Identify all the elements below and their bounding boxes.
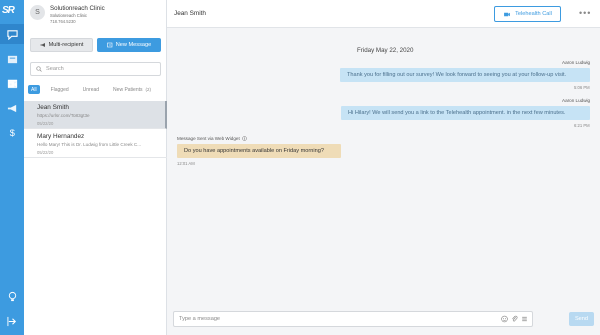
megaphone-icon bbox=[40, 43, 45, 47]
web-widget-note: Message Sent via Web Widget bbox=[177, 136, 247, 141]
telehealth-call-label: Telehealth Call bbox=[515, 11, 552, 17]
filter-unread[interactable]: Unread bbox=[80, 85, 102, 94]
message-composer[interactable] bbox=[173, 311, 533, 327]
nav-payments[interactable]: $ bbox=[0, 122, 24, 142]
dollar-icon: $ bbox=[9, 128, 14, 138]
logout-icon bbox=[6, 316, 16, 326]
message-bubble-outgoing: Thank you for filling out our survey! We… bbox=[340, 68, 590, 82]
video-icon bbox=[504, 12, 511, 16]
megaphone-icon bbox=[7, 104, 16, 112]
app-logo: SR bbox=[2, 5, 15, 16]
message-time: 12:01 AM bbox=[177, 161, 195, 166]
lightbulb-icon bbox=[8, 291, 16, 301]
nav-tips[interactable] bbox=[0, 286, 24, 306]
chat-title: Jean Smith bbox=[174, 10, 206, 17]
filter-flagged[interactable]: Flagged bbox=[48, 85, 72, 94]
svg-text:$: $ bbox=[9, 128, 14, 138]
nav-video[interactable] bbox=[0, 74, 24, 94]
conversation-item[interactable]: Jean Smith https://urlsr.com/To83gt3e 05… bbox=[24, 101, 167, 129]
conversation-preview: Hello Mary! This is Dr. Ludwig from Litt… bbox=[37, 142, 142, 147]
search-input[interactable] bbox=[46, 66, 156, 72]
web-widget-label: Message Sent via Web Widget bbox=[177, 136, 240, 141]
more-options-icon[interactable]: ••• bbox=[579, 9, 591, 18]
nav-messages[interactable] bbox=[0, 24, 24, 44]
message-bubble-outgoing: Hi Hilary! We will send you a link to th… bbox=[341, 106, 590, 120]
clinic-subtitle: Solutionreach Clinic bbox=[50, 13, 88, 18]
new-message-label: New Message bbox=[115, 42, 152, 48]
conversation-date: 05/22/20 bbox=[37, 150, 54, 155]
filter-tabs: All Flagged Unread New Patients (2) bbox=[28, 84, 166, 95]
filter-all[interactable]: All bbox=[28, 85, 40, 94]
conversation-name: Jean Smith bbox=[37, 104, 69, 111]
conversation-preview: https://urlsr.com/To83gt3e bbox=[37, 113, 90, 118]
date-separator: Friday May 22, 2020 bbox=[357, 47, 414, 54]
telehealth-call-button[interactable]: Telehealth Call bbox=[494, 6, 561, 22]
message-sender: Aaron Ludwig bbox=[562, 98, 591, 103]
nav-inbox[interactable] bbox=[0, 49, 24, 69]
chat-header: Jean Smith Telehealth Call ••• bbox=[167, 0, 600, 28]
chat-icon bbox=[6, 29, 18, 40]
nav-campaigns[interactable] bbox=[0, 98, 24, 118]
clinic-name: Solutionreach Clinic bbox=[50, 5, 105, 12]
info-icon bbox=[241, 136, 247, 141]
emoji-icon[interactable] bbox=[501, 315, 508, 323]
nav-rail: SR $ bbox=[0, 0, 24, 335]
clinic-phone: 718.764.5230 bbox=[50, 19, 76, 24]
new-patients-count: (2) bbox=[145, 87, 152, 92]
conversation-name: Mary Hernandez bbox=[37, 133, 85, 140]
composer-tools bbox=[501, 315, 528, 323]
templates-icon[interactable] bbox=[521, 315, 528, 323]
conversation-item[interactable]: Mary Hernandez Hello Mary! This is Dr. L… bbox=[24, 130, 167, 158]
clinic-header[interactable]: S Solutionreach Clinic Solutionreach Cli… bbox=[30, 5, 165, 25]
filter-new-patients[interactable]: New Patients (2) bbox=[110, 85, 154, 94]
multi-recipient-button[interactable]: Multi-recipient bbox=[30, 38, 93, 52]
message-input[interactable] bbox=[179, 316, 479, 322]
message-bubble-incoming: Do you have appointments available on Fr… bbox=[177, 144, 341, 158]
filter-new-patients-label: New Patients bbox=[113, 86, 143, 93]
inbox-icon bbox=[7, 55, 17, 63]
nav-logout[interactable] bbox=[0, 311, 24, 331]
message-time: 6:21 PM bbox=[574, 123, 590, 128]
compose-icon bbox=[106, 42, 113, 48]
multi-recipient-label: Multi-recipient bbox=[48, 42, 84, 48]
search-icon bbox=[36, 66, 42, 72]
send-button[interactable]: Send bbox=[569, 312, 594, 326]
chat-panel: Jean Smith Telehealth Call ••• Friday Ma… bbox=[167, 0, 600, 335]
message-time: 5:06 PM bbox=[574, 85, 590, 90]
search-box[interactable] bbox=[30, 62, 161, 76]
message-sender: Aaron Ludwig bbox=[562, 60, 591, 65]
conversation-panel: S Solutionreach Clinic Solutionreach Cli… bbox=[24, 0, 167, 335]
new-message-button[interactable]: New Message bbox=[97, 38, 161, 52]
video-icon bbox=[7, 81, 17, 87]
conversation-date: 05/22/20 bbox=[37, 121, 54, 126]
avatar: S bbox=[30, 5, 45, 20]
attachment-icon[interactable] bbox=[511, 315, 518, 323]
